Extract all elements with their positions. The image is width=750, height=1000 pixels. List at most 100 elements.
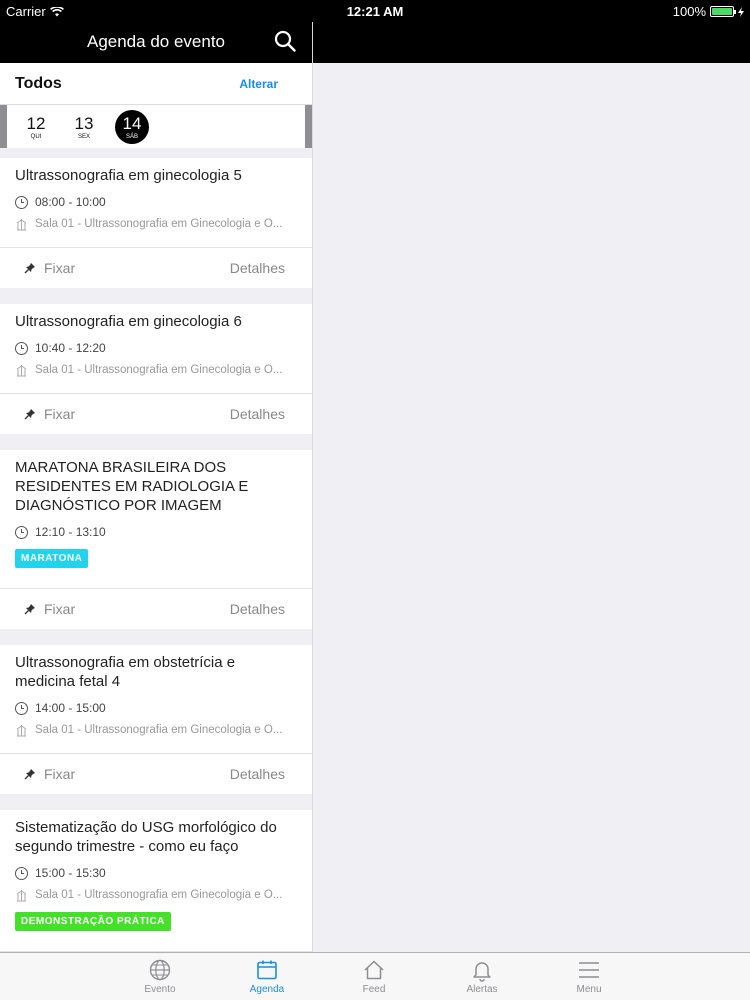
change-filter-button[interactable]: Alterar xyxy=(239,77,278,91)
split-divider xyxy=(312,22,313,952)
tab-label: Menu xyxy=(576,984,602,995)
session-card[interactable]: Ultrassonografia em ginecologia 5 08:00 -… xyxy=(0,158,312,288)
charging-bolt-icon xyxy=(738,6,744,17)
pin-button[interactable]: Fixar xyxy=(24,260,75,276)
session-info[interactable]: Ultrassonografia em obstetrícia e medici… xyxy=(0,645,312,754)
tab-alertas[interactable]: Alertas xyxy=(452,958,512,995)
tab-evento[interactable]: Evento xyxy=(130,958,190,995)
filter-label: Todos xyxy=(15,75,62,92)
tab-agenda[interactable]: Agenda xyxy=(237,958,297,995)
clock-icon xyxy=(15,341,28,355)
tab-label: Agenda xyxy=(249,984,285,995)
session-room-label: Sala 01 - Ultrassonografia em Ginecologi… xyxy=(35,364,283,376)
tab-label: Evento xyxy=(144,984,176,995)
session-time-label: 14:00 - 15:00 xyxy=(35,701,106,715)
session-actions: Fixar Detalhes xyxy=(0,589,312,629)
details-button[interactable]: Detalhes xyxy=(230,601,285,617)
session-info[interactable]: Sistematização do USG morfológico do seg… xyxy=(0,810,312,952)
session-actions: Fixar Detalhes xyxy=(0,394,312,434)
battery-percent: 100% xyxy=(672,4,706,19)
details-button[interactable]: Detalhes xyxy=(230,260,285,276)
pin-label: Fixar xyxy=(44,766,76,782)
clock-time: 12:21 AM xyxy=(346,4,404,19)
pin-button[interactable]: Fixar xyxy=(24,766,75,782)
session-room: Sala 01 - Ultrassonografia em Ginecologi… xyxy=(15,886,297,904)
search-icon[interactable] xyxy=(274,30,296,52)
date-option-13[interactable]: 13 SEX xyxy=(67,110,101,144)
date-weekday: SEX xyxy=(77,133,90,140)
clock-icon xyxy=(15,525,28,539)
tab-bar: Evento Agenda Feed Alertas Menu xyxy=(0,952,750,1000)
session-room: Sala 01 - Ultrassonografia em Ginecologi… xyxy=(15,215,297,233)
details-button[interactable]: Detalhes xyxy=(230,766,285,782)
home-icon xyxy=(364,960,384,980)
agenda-list-pane[interactable]: Todos Alterar 12 QUI 13 SEX 14 SÁB Ultrassono… xyxy=(0,63,312,952)
date-day: 13 xyxy=(74,113,94,133)
session-room: Sala 01 - Ultrassonografia em Ginecologi… xyxy=(15,721,297,739)
session-category-badge: MARATONA xyxy=(15,549,89,568)
date-weekday: QUI xyxy=(30,133,42,140)
session-info[interactable]: MARATONA BRASILEIRA DOS RESIDENTES EM RA… xyxy=(0,450,312,589)
session-card[interactable]: MARATONA BRASILEIRA DOS RESIDENTES EM RA… xyxy=(0,450,312,629)
clock-icon xyxy=(15,701,28,715)
pin-button[interactable]: Fixar xyxy=(24,406,75,422)
calendar-icon xyxy=(257,960,277,980)
room-icon xyxy=(16,889,27,901)
pin-label: Fixar xyxy=(44,260,76,276)
globe-icon xyxy=(149,959,171,981)
date-option-14[interactable]: 14 SÁB xyxy=(115,109,149,144)
pin-label: Fixar xyxy=(44,601,76,617)
tab-menu[interactable]: Menu xyxy=(559,958,619,995)
session-title: Ultrassonografia em obstetrícia e medici… xyxy=(15,654,236,690)
filter-bar: Todos Alterar xyxy=(0,63,312,105)
details-button[interactable]: Detalhes xyxy=(230,406,285,422)
session-title: Ultrassonografia em ginecologia 5 xyxy=(15,167,242,184)
detail-navigation-bar xyxy=(313,22,750,63)
date-selector: 12 QUI 13 SEX 14 SÁB xyxy=(0,105,312,148)
battery-indicator: 100% xyxy=(673,4,744,19)
tab-feed[interactable]: Feed xyxy=(344,958,404,995)
session-title: MARATONA BRASILEIRA DOS RESIDENTES EM RA… xyxy=(15,459,249,514)
tab-label: Alertas xyxy=(466,984,498,995)
clock-icon xyxy=(15,195,28,209)
session-list: Ultrassonografia em ginecologia 5 08:00 -… xyxy=(0,148,312,952)
session-time: 12:10 - 13:10 xyxy=(15,523,297,541)
date-option-12[interactable]: 12 QUI xyxy=(19,110,53,144)
session-room: Sala 01 - Ultrassonografia em Ginecologi… xyxy=(15,361,297,379)
app-screen: Carrier 12:21 AM 100% Agenda do evento T… xyxy=(0,0,750,1000)
clock-icon xyxy=(15,866,28,880)
date-day: 12 xyxy=(26,113,46,133)
status-bar: Carrier 12:21 AM 100% xyxy=(0,0,750,22)
room-icon xyxy=(16,218,27,230)
session-title: Sistematização do USG morfológico do seg… xyxy=(15,819,277,855)
pin-label: Fixar xyxy=(44,406,76,422)
session-time-label: 12:10 - 13:10 xyxy=(35,525,106,539)
pin-icon xyxy=(24,409,35,420)
session-room-label: Sala 01 - Ultrassonografia em Ginecologi… xyxy=(35,889,283,901)
room-icon xyxy=(16,364,27,376)
session-category-badge: DEMONSTRAÇÃO PRÁTICA xyxy=(15,912,171,931)
pin-icon xyxy=(24,263,35,274)
pin-icon xyxy=(24,769,35,780)
session-card[interactable]: Sistematização do USG morfológico do seg… xyxy=(0,810,312,952)
session-info[interactable]: Ultrassonografia em ginecologia 6 10:40 -… xyxy=(0,304,312,394)
session-info[interactable]: Ultrassonografia em ginecologia 5 08:00 -… xyxy=(0,158,312,248)
session-card[interactable]: Ultrassonografia em obstetrícia e medici… xyxy=(0,645,312,794)
session-room-label: Sala 01 - Ultrassonografia em Ginecologi… xyxy=(35,724,283,736)
page-title: Agenda do evento xyxy=(86,32,225,51)
session-time: 10:40 - 12:20 xyxy=(15,339,297,357)
date-day: 14 xyxy=(122,113,142,133)
session-time-label: 15:00 - 15:30 xyxy=(35,866,106,880)
session-actions: Fixar Detalhes xyxy=(0,754,312,794)
session-time-label: 10:40 - 12:20 xyxy=(35,341,106,355)
session-title: Ultrassonografia em ginecologia 6 xyxy=(15,313,242,330)
pin-icon xyxy=(24,604,35,615)
session-room-label: Sala 01 - Ultrassonografia em Ginecologi… xyxy=(35,218,283,230)
bell-icon xyxy=(473,962,491,982)
session-actions: Fixar Detalhes xyxy=(0,248,312,288)
session-card[interactable]: Ultrassonografia em ginecologia 6 10:40 -… xyxy=(0,304,312,434)
tab-label: Feed xyxy=(362,984,386,995)
navigation-bar: Agenda do evento xyxy=(0,22,312,63)
detail-pane xyxy=(313,63,750,952)
pin-button[interactable]: Fixar xyxy=(24,601,75,617)
